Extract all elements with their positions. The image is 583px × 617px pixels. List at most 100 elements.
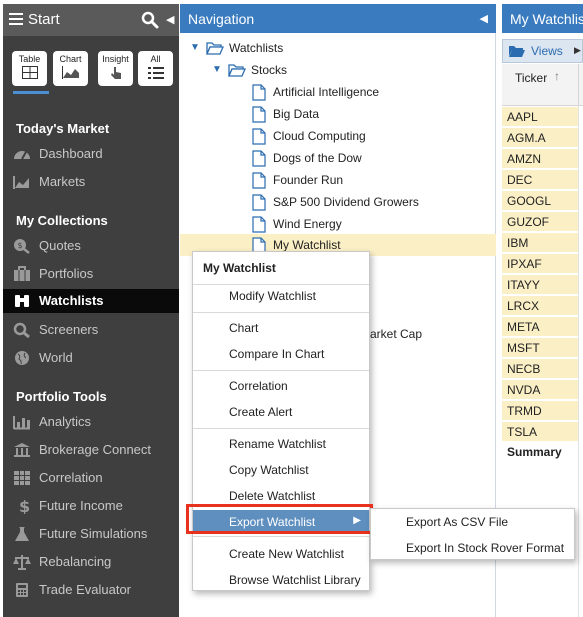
sidebar-item-label: Quotes (39, 238, 81, 253)
ticker-cell: LRCX (507, 299, 540, 313)
tree-node-label: Wind Energy (273, 217, 342, 231)
watchlist-panel-header: My Watchlis (502, 4, 583, 33)
menu-separator (193, 370, 369, 371)
watchlist-panel-title: My Watchlis (510, 11, 583, 27)
section-portfolio-tools: Portfolio Tools (16, 389, 107, 404)
table-row[interactable]: NVDA (502, 380, 578, 400)
menu-item-copy-watchlist[interactable]: Copy Watchlist (193, 458, 369, 482)
column-divider[interactable] (578, 64, 579, 106)
tile-chart[interactable]: Chart (53, 51, 88, 86)
table-row[interactable]: DEC (502, 170, 578, 190)
menu-item-create-new-watchlist[interactable]: Create New Watchlist (193, 542, 369, 566)
menu-item-export-stock-rover-format[interactable]: Export In Stock Rover Format (371, 536, 574, 560)
folder-open-icon (206, 40, 224, 56)
table-row[interactable]: AGM.A (502, 128, 578, 148)
sidebar-item-dashboard[interactable]: Dashboard (3, 142, 179, 166)
document-icon (252, 84, 270, 101)
sidebar-item-label: Brokerage Connect (39, 442, 152, 457)
table-row[interactable]: TRMD (502, 401, 578, 421)
ticker-cell: NVDA (507, 383, 541, 397)
menu-item-rename-watchlist[interactable]: Rename Watchlist (193, 432, 369, 456)
sort-ascending-icon[interactable]: ↑ (554, 69, 560, 83)
menu-item-label: Export In Stock Rover Format (406, 541, 565, 555)
table-row[interactable]: ITAYY (502, 275, 578, 295)
tile-all[interactable]: All (138, 51, 173, 86)
table-row[interactable]: GOOGL (502, 191, 578, 211)
ticker-cell: NECB (507, 362, 541, 376)
sidebar-item-rebalancing[interactable]: Rebalancing (3, 550, 179, 574)
sidebar-item-label: Watchlists (39, 293, 104, 308)
insight-icon (110, 67, 121, 79)
svg-text:$: $ (17, 241, 22, 250)
sidebar-item-analytics[interactable]: Analytics (3, 410, 179, 434)
tree-node-watchlist[interactable]: Wind Energy (180, 213, 496, 235)
table-row[interactable]: IPXAF (502, 254, 578, 274)
sidebar-item-label: Correlation (39, 470, 103, 485)
sidebar-item-label: Screeners (39, 322, 99, 337)
search-icon[interactable] (141, 11, 159, 29)
sidebar-item-screeners[interactable]: Screeners (3, 318, 179, 342)
tree-node-watchlist[interactable]: S&P 500 Dividend Growers (180, 191, 496, 213)
sidebar-item-markets[interactable]: Markets (3, 170, 179, 194)
tree-node-watchlist[interactable]: Big Data (180, 103, 496, 125)
table-row[interactable]: GUZOF (502, 212, 578, 232)
table-row[interactable]: TSLA (502, 422, 578, 442)
sidebar-item-label: Future Simulations (39, 526, 148, 541)
ticker-cell: MSFT (507, 341, 540, 355)
list-icon (147, 67, 164, 79)
sidebar-item-portfolios[interactable]: Portfolios (3, 262, 179, 286)
menu-item-modify-watchlist[interactable]: Modify Watchlist (193, 284, 369, 308)
chart-icon (61, 66, 79, 79)
sidebar-item-watchlists[interactable]: Watchlists (3, 289, 179, 313)
views-label[interactable]: Views (531, 44, 563, 58)
tree-node-watchlist[interactable]: Artificial Intelligence (180, 81, 496, 103)
binoculars-icon (13, 293, 31, 309)
collapse-left-icon[interactable]: ◀ (166, 13, 174, 26)
table-row[interactable]: NECB (502, 359, 578, 379)
sidebar-item-brokerage-connect[interactable]: Brokerage Connect (3, 438, 179, 462)
table-row[interactable]: LRCX (502, 296, 578, 316)
collapse-left-icon[interactable]: ◀ (480, 12, 488, 25)
ticker-cell: TSLA (507, 425, 538, 439)
menu-separator (193, 312, 369, 313)
start-title[interactable]: Start (28, 11, 60, 28)
dollar-icon: $ (13, 497, 31, 516)
tree-node-watchlist[interactable]: Founder Run (180, 169, 496, 191)
menu-item-chart[interactable]: Chart (193, 316, 369, 340)
tree-node-stocks[interactable]: ▼ Stocks (180, 59, 496, 81)
grid-icon (13, 470, 31, 486)
sidebar-item-quotes[interactable]: $ Quotes (3, 234, 179, 258)
expand-arrow-icon[interactable]: ▼ (190, 42, 200, 53)
menu-item-compare-in-chart[interactable]: Compare In Chart (193, 342, 369, 366)
hamburger-menu-icon[interactable] (9, 13, 23, 25)
document-icon (252, 216, 270, 233)
menu-item-label: Create Alert (229, 405, 293, 419)
sidebar-item-future-income[interactable]: $ Future Income (3, 494, 179, 518)
table-row[interactable]: AAPL (502, 107, 578, 127)
menu-item-export-csv[interactable]: Export As CSV File (371, 510, 574, 534)
ticker-column-header[interactable]: Ticker ↑ (502, 64, 583, 106)
watchlist-context-menu: My Watchlist Modify Watchlist Chart Comp… (192, 251, 370, 591)
table-row[interactable]: AMZN (502, 149, 578, 169)
table-row[interactable]: MSFT (502, 338, 578, 358)
chevron-right-icon[interactable]: ▶ (574, 45, 581, 56)
table-row[interactable]: IBM (502, 233, 578, 253)
expand-arrow-icon[interactable]: ▼ (212, 64, 222, 75)
obscured-tree-label-fragment: arket Cap (370, 327, 423, 341)
tree-node-watchlists[interactable]: ▼ Watchlists (180, 37, 496, 59)
sidebar: Start ◀ Table Chart Insight All Today's … (3, 4, 179, 617)
views-toolbar[interactable]: Views ▶ (502, 39, 583, 63)
menu-item-correlation[interactable]: Correlation (193, 374, 369, 398)
tree-node-watchlist[interactable]: Dogs of the Dow (180, 147, 496, 169)
tile-table[interactable]: Table (12, 51, 47, 86)
menu-item-browse-watchlist-library[interactable]: Browse Watchlist Library (193, 568, 369, 592)
sidebar-item-correlation[interactable]: Correlation (3, 466, 179, 490)
tile-insight[interactable]: Insight (98, 51, 133, 86)
sidebar-item-world[interactable]: World (3, 346, 179, 370)
sidebar-item-trade-evaluator[interactable]: Trade Evaluator (3, 578, 179, 602)
globe-icon (13, 350, 31, 366)
table-row[interactable]: META (502, 317, 578, 337)
sidebar-item-future-simulations[interactable]: Future Simulations (3, 522, 179, 546)
menu-item-create-alert[interactable]: Create Alert (193, 400, 369, 424)
tree-node-watchlist[interactable]: Cloud Computing (180, 125, 496, 147)
